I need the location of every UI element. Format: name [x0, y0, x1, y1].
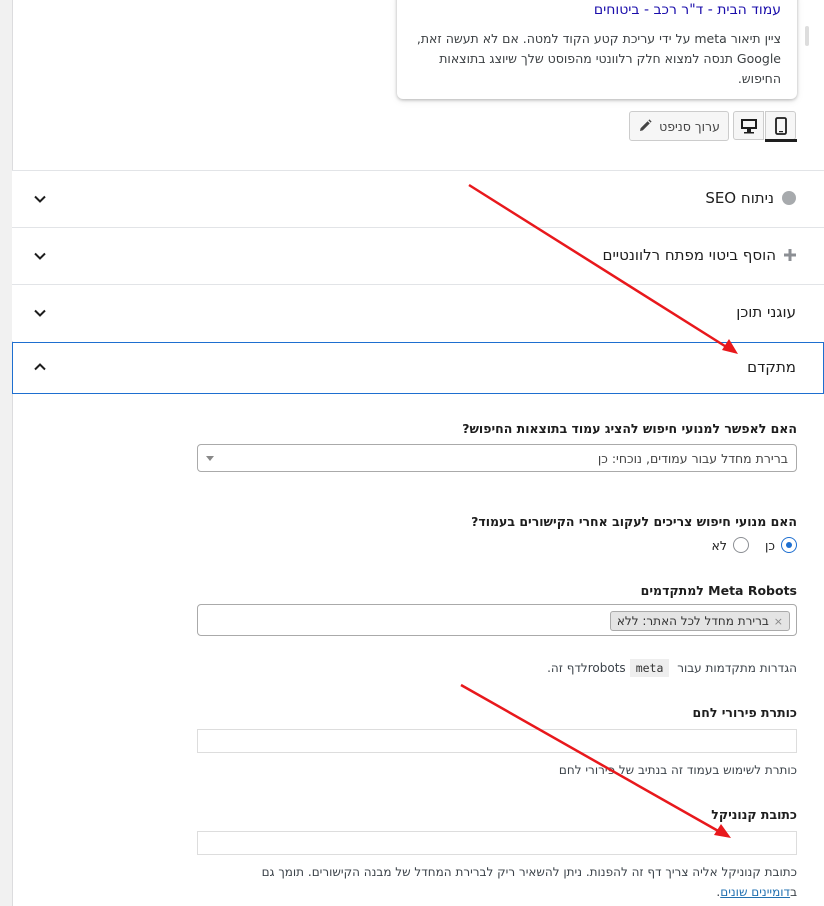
snippet-scrollbar[interactable] [805, 26, 809, 46]
accordion-seo-analysis[interactable]: ניתוח SEO [12, 170, 824, 227]
mobile-preview-button[interactable] [765, 111, 796, 140]
remove-tag-icon[interactable]: × [774, 615, 783, 628]
follow-yes-label[interactable]: כן [765, 538, 775, 553]
meta-code: meta [629, 659, 670, 677]
snippet-title[interactable]: עמוד הבית - ד"ר רכב - ביטוחים [594, 2, 781, 18]
breadcrumb-title-input[interactable] [197, 729, 797, 753]
canonical-url-label: כתובת קנוניקל [711, 807, 797, 822]
accordion-add-keyphrase[interactable]: הוסף ביטוי מפתח רלוונטיים [12, 227, 824, 284]
chevron-down-icon [34, 252, 46, 260]
allow-index-label: האם לאפשר למנועי חיפוש להציג עמוד בתוצאו… [462, 421, 797, 436]
accordion-advanced-label: מתקדם [747, 358, 796, 376]
accordion-keyphrase-label: הוסף ביטוי מפתח רלוונטיים [602, 246, 777, 264]
mobile-icon [774, 116, 787, 135]
accordion-content-anchors[interactable]: עוגני תוכן [12, 284, 824, 341]
snippet-description: ציין תיאור meta על ידי עריכת קטע הקוד למ… [416, 31, 781, 86]
active-mode-indicator [765, 139, 797, 142]
edit-snippet-button[interactable]: ערוך סניפט [629, 111, 729, 141]
chevron-down-icon [34, 195, 46, 203]
dropdown-arrow-icon [206, 456, 214, 461]
chevron-down-icon [34, 309, 46, 317]
breadcrumb-help: כותרת לשימוש בעמוד זה בנתיב של פירורי לח… [558, 763, 797, 777]
plus-icon [784, 249, 796, 261]
meta-robots-help-post: לדף זה. [547, 661, 588, 675]
canonical-url-input[interactable] [197, 831, 797, 855]
meta-robots-label: Meta Robots למתקדמים [640, 583, 797, 598]
accordion-anchors-label: עוגני תוכן [736, 303, 796, 321]
follow-links-radio-group: כן לא [712, 537, 797, 553]
pencil-icon [640, 119, 652, 131]
seo-score-dot-icon [782, 191, 796, 205]
meta-robots-help: הגדרות מתקדמות עבור robotsmeta לדף זה. [547, 659, 797, 677]
meta-robots-tag-label: ברירת מחדל לכל האתר: ללא [616, 614, 769, 628]
accordion-seo-label: ניתוח SEO [705, 189, 774, 207]
allow-index-value: ברירת מחדל עבור עמודים, נוכחי: כן [597, 451, 788, 466]
meta-robots-help-pre: הגדרות מתקדמות עבור robots [587, 661, 797, 675]
canonical-help: כתובת קנוניקל אליה צריך דף זה להפנות. ני… [222, 862, 797, 902]
desktop-preview-button[interactable] [733, 111, 764, 140]
chevron-up-icon [34, 363, 46, 371]
breadcrumb-title-label: כותרת פירורי לחם [692, 705, 797, 720]
snippet-preview: עמוד הבית - ד"ר רכב - ביטוחים ציין תיאור… [397, 0, 809, 99]
meta-robots-tag: × ברירת מחדל לכל האתר: ללא [609, 611, 790, 631]
accordion-advanced[interactable]: מתקדם [12, 342, 824, 394]
follow-yes-radio[interactable] [781, 537, 797, 553]
follow-links-label: האם מנועי חיפוש צריכים לעקוב אחרי הקישור… [471, 514, 797, 529]
preview-mode-toggle [733, 111, 797, 142]
follow-no-radio[interactable] [732, 537, 749, 553]
follow-no-label[interactable]: לא [712, 538, 727, 553]
edit-snippet-label: ערוך סניפט [659, 118, 720, 134]
cross-domain-link[interactable]: דומיינים שונים [720, 885, 790, 899]
desktop-icon [740, 118, 757, 133]
allow-index-select[interactable]: ברירת מחדל עבור עמודים, נוכחי: כן [197, 444, 797, 472]
meta-robots-multiselect[interactable]: × ברירת מחדל לכל האתר: ללא [197, 604, 797, 636]
